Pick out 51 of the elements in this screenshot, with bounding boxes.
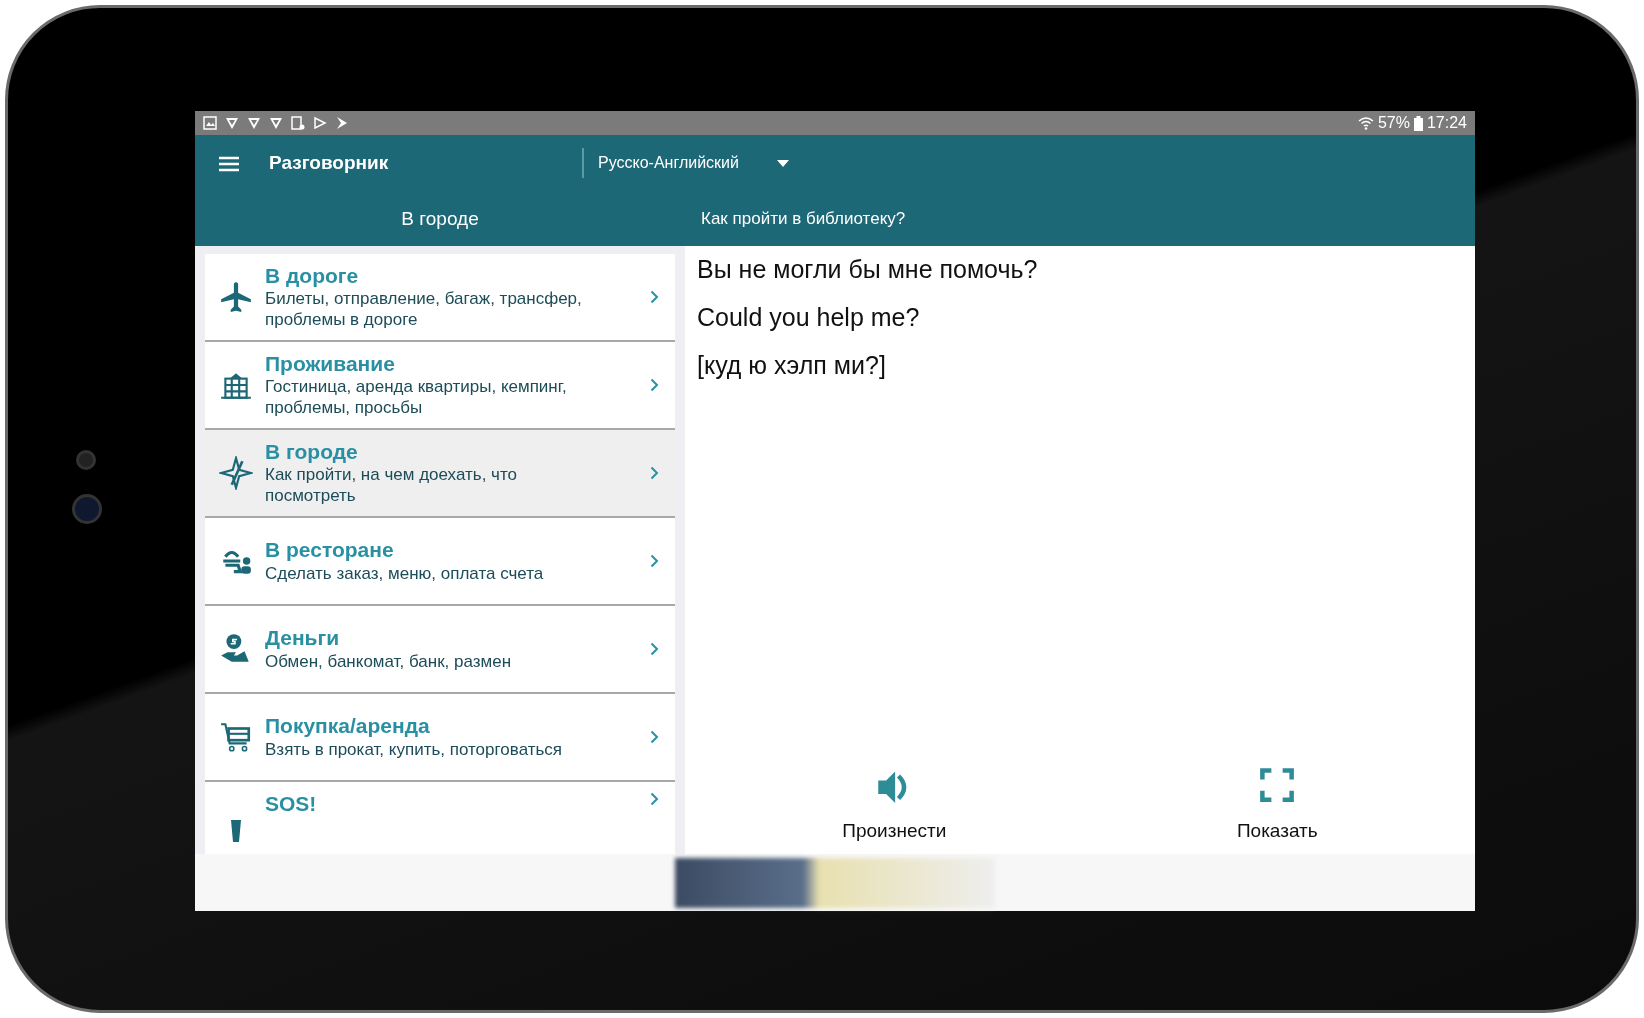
wifi-icon (1357, 116, 1374, 130)
category-description: Сделать заказ, меню, оплата счета (265, 562, 545, 584)
category-item[interactable]: Покупка/аренда Взять в прокат, купить, поторговаться (205, 694, 675, 783)
phrase-english: Could you help me? (697, 302, 921, 333)
category-heading: В городе (400, 206, 480, 231)
category-title: В городе (265, 439, 359, 464)
chevron-right-icon (650, 378, 659, 393)
chevron-right-icon (650, 290, 659, 305)
battery-icon (1413, 115, 1423, 131)
show-button[interactable]: Показать (1091, 765, 1463, 847)
play-icon (313, 116, 327, 130)
plane-icon (219, 280, 253, 315)
category-description: Как пройти, на чем доехать, что посмотреть (265, 463, 518, 507)
category-title: Деньги (265, 626, 341, 651)
category-item[interactable]: Деньги Обмен, банкомат, банк, размен (205, 606, 675, 695)
sensor-dot (76, 450, 96, 470)
category-item[interactable]: В ресторане Сделать заказ, меню, оплата счета (205, 518, 675, 607)
chevron-right-icon (650, 642, 659, 657)
category-title: Проживание (265, 351, 396, 376)
clock: 17:24 (1426, 113, 1467, 133)
category-item[interactable]: SOS! (205, 782, 675, 855)
category-title: В дороге (265, 263, 360, 288)
category-item[interactable]: В городе Как пройти, на чем доехать, что посмотреть (205, 430, 675, 519)
chevron-right-icon (650, 730, 659, 745)
category-item[interactable]: В дороге Билеты, отправление, багаж, трансфер, проблемы в дороге (205, 254, 675, 343)
category-title: SOS! (265, 792, 318, 817)
category-description: Билеты, отправление, багаж, трансфер, проблемы в дороге (265, 287, 583, 331)
pronounce-button[interactable]: Произнести (697, 765, 1092, 847)
category-description: Гостиница, аренда квартиры, кемпинг, проблемы, просьбы (265, 375, 568, 419)
compass-icon (219, 456, 253, 491)
phrase-transcription: [куд ю хэлп ми?] (697, 350, 887, 381)
send-icon (335, 116, 349, 130)
dropdown-caret-icon (777, 159, 789, 167)
category-description: Обмен, банкомат, банк, размен (265, 650, 513, 672)
chevron-right-icon (650, 554, 659, 569)
exclamation-icon (231, 820, 241, 843)
battery-percent: 57% (1377, 113, 1410, 133)
category-item[interactable]: Проживание Гостиница, аренда квартиры, кемпинг, проблемы, просьбы (205, 342, 675, 431)
category-title: Покупка/аренда (265, 714, 431, 739)
image-icon (203, 116, 217, 130)
category-title: В ресторане (265, 538, 395, 563)
cart-icon (219, 720, 253, 755)
fullscreen-icon (1259, 766, 1296, 803)
chevron-right-icon (650, 792, 659, 807)
app-title: Разговорник (269, 151, 390, 175)
category-description: Взять в прокат, купить, поторговаться (265, 738, 564, 760)
chevron-right-icon (650, 466, 659, 481)
phrase-russian: Вы не могли бы мне помочь? (697, 254, 1039, 285)
phrase-heading: Как пройти в библиотеку? (701, 208, 906, 231)
camera-lens (72, 494, 102, 524)
language-dropdown[interactable]: Русско-Английский (582, 148, 789, 179)
